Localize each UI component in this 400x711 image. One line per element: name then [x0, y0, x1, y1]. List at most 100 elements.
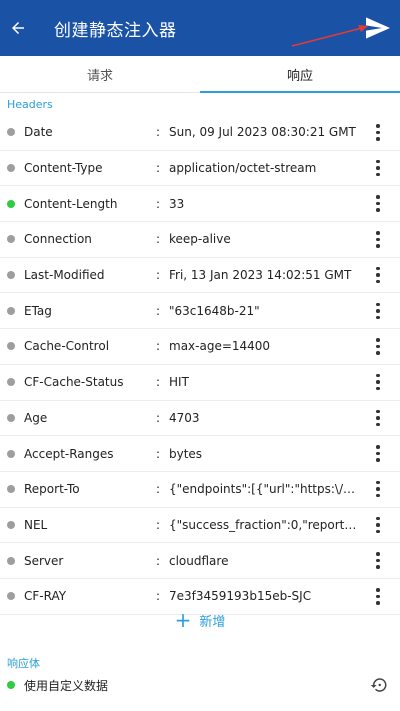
- header-row[interactable]: Accept-Ranges: bytes: [0, 436, 400, 472]
- status-dot[interactable]: [7, 128, 15, 137]
- separator: :: [156, 446, 161, 461]
- separator: :: [156, 410, 161, 425]
- history-icon[interactable]: [370, 676, 388, 694]
- arrow-left-icon: [12, 22, 24, 34]
- status-dot[interactable]: [7, 449, 15, 458]
- header-row[interactable]: Age:4703: [0, 401, 400, 437]
- header-key: Server: [24, 553, 64, 568]
- header-key: Connection: [24, 232, 92, 247]
- separator: :: [156, 482, 161, 497]
- header-key: CF-Cache-Status: [24, 375, 124, 390]
- more-vert-icon[interactable]: [370, 549, 386, 573]
- separator: :: [156, 125, 161, 140]
- header-key: Report-To: [24, 482, 80, 497]
- status-dot[interactable]: [7, 342, 15, 351]
- separator: :: [156, 375, 161, 390]
- add-button-label: 新增: [199, 614, 226, 630]
- header-value: keep-alive: [169, 232, 231, 247]
- header-key: ETag: [24, 303, 52, 318]
- header-row[interactable]: Last-Modified: Fri, 13 Jan 2023 14:02:51 …: [0, 258, 400, 294]
- back-button[interactable]: [0, 0, 36, 56]
- separator: :: [156, 517, 161, 532]
- status-dot[interactable]: [7, 413, 15, 422]
- header-value: Sun, 09 Jul 2023 08:30:21 GMT: [169, 125, 356, 140]
- header-value: application/octet-stream: [169, 161, 317, 176]
- more-vert-icon[interactable]: [370, 334, 386, 358]
- page-title: 创建静态注入器: [54, 20, 177, 41]
- status-dot[interactable]: [7, 306, 15, 315]
- header-row[interactable]: Connection: keep-alive: [0, 222, 400, 258]
- status-dot[interactable]: [7, 271, 15, 280]
- tab-request[interactable]: 请求: [0, 56, 200, 92]
- header-key: Cache-Control: [24, 339, 110, 354]
- header-value: Fri, 13 Jan 2023 14:02:51 GMT: [169, 268, 352, 283]
- more-vert-icon[interactable]: [370, 584, 386, 608]
- more-vert-icon[interactable]: [370, 192, 386, 216]
- more-vert-icon[interactable]: [370, 477, 386, 501]
- separator: :: [156, 161, 161, 176]
- body-option-row[interactable]: 使用自定义数据: [0, 672, 400, 698]
- send-icon: [366, 17, 390, 39]
- more-vert-icon[interactable]: [370, 299, 386, 323]
- header-value: {"success_fraction":0,"report_to":"cf-ne…: [169, 517, 359, 532]
- body-section-label: 响应体: [7, 657, 40, 670]
- headers-section-label: Headers: [7, 98, 53, 111]
- send-button[interactable]: [362, 12, 394, 44]
- header-row[interactable]: Content-Type: application/octet-stream: [0, 151, 400, 187]
- tab-bar: 请求 响应: [0, 56, 400, 93]
- header-value: 33: [169, 196, 185, 211]
- header-row[interactable]: ETag: "63c1648b-21": [0, 293, 400, 330]
- status-dot[interactable]: [7, 164, 15, 173]
- header-value: 4703: [169, 410, 200, 425]
- separator: :: [156, 303, 161, 318]
- more-vert-icon[interactable]: [370, 442, 386, 466]
- header-key: Content-Type: [24, 161, 103, 176]
- separator: :: [156, 268, 161, 283]
- header-key: CF-RAY: [24, 589, 67, 604]
- header-key: Date: [24, 125, 53, 140]
- header-value: {"endpoints":[{"url":"https:\/\/a.nel.cl…: [169, 482, 359, 497]
- status-dot[interactable]: [7, 378, 15, 387]
- more-vert-icon[interactable]: [370, 370, 386, 394]
- add-header-button[interactable]: + 新增: [0, 606, 400, 634]
- header-value: bytes: [169, 446, 203, 461]
- status-dot[interactable]: [7, 556, 15, 565]
- header-value: "63c1648b-21": [169, 303, 260, 318]
- header-row[interactable]: Content-Length:33: [0, 186, 400, 223]
- separator: :: [156, 553, 161, 568]
- more-vert-icon[interactable]: [370, 227, 386, 251]
- header-row[interactable]: CF-Cache-Status: HIT: [0, 365, 400, 401]
- more-vert-icon[interactable]: [370, 263, 386, 287]
- header-value: 7e3f3459193b15eb-SJC: [169, 589, 312, 604]
- header-row[interactable]: Server: cloudflare: [0, 543, 400, 579]
- header-key: Content-Length: [24, 196, 118, 211]
- header-row[interactable]: Date: Sun, 09 Jul 2023 08:30:21 GMT: [0, 115, 400, 151]
- enabled-status-dot: [7, 681, 15, 689]
- status-dot[interactable]: [7, 485, 15, 494]
- header-key: Age: [24, 410, 48, 425]
- status-dot[interactable]: [7, 520, 15, 529]
- header-row[interactable]: Report-To: {"endpoints":[{"url":"https:\/…: [0, 472, 400, 508]
- status-dot[interactable]: [7, 592, 15, 601]
- header-value: HIT: [169, 375, 189, 390]
- headers-list: Date: Sun, 09 Jul 2023 08:30:21 GMT Conten…: [0, 115, 400, 615]
- body-option-label: 使用自定义数据: [24, 679, 109, 693]
- status-dot[interactable]: [7, 199, 15, 208]
- header-value: cloudflare: [169, 553, 229, 568]
- header-row[interactable]: NEL: {"success_fraction":0,"report_to":"c…: [0, 508, 400, 544]
- more-vert-icon[interactable]: [370, 406, 386, 430]
- more-vert-icon[interactable]: [370, 513, 386, 537]
- header-key: Accept-Ranges: [24, 446, 114, 461]
- separator: :: [156, 196, 161, 211]
- status-dot[interactable]: [7, 235, 15, 244]
- tab-response[interactable]: 响应: [200, 56, 400, 93]
- header-key: Last-Modified: [24, 268, 105, 283]
- app-bar: 创建静态注入器: [0, 0, 400, 56]
- header-row[interactable]: Cache-Control: max-age=14400: [0, 329, 400, 365]
- more-vert-icon[interactable]: [370, 120, 386, 144]
- header-key: NEL: [24, 517, 48, 532]
- separator: :: [156, 339, 161, 354]
- plus-icon: +: [174, 608, 192, 632]
- header-value: max-age=14400: [169, 339, 271, 354]
- more-vert-icon[interactable]: [370, 156, 386, 180]
